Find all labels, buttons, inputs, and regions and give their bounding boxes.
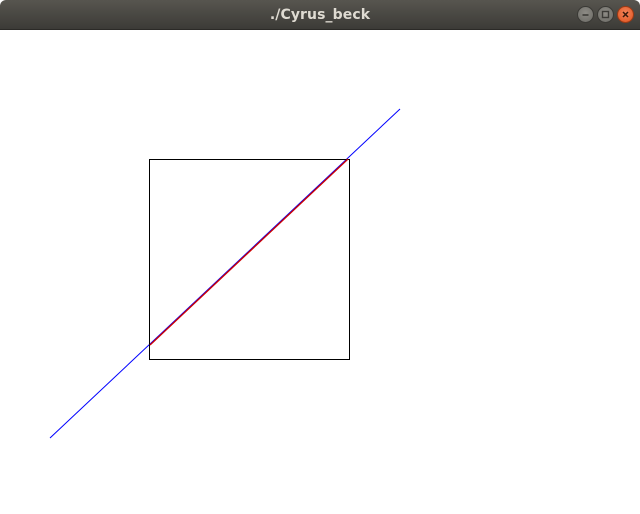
clipped-segment [149,158,349,346]
minimize-icon [582,14,589,16]
maximize-icon [601,10,610,19]
window-title: ./Cyrus_beck [269,7,371,23]
app-window: ./Cyrus_beck [0,0,640,510]
close-button[interactable] [617,6,634,23]
minimize-button[interactable] [577,6,594,23]
full-line [49,108,401,439]
close-icon [622,11,629,18]
clip-window [149,159,350,360]
title-bar[interactable]: ./Cyrus_beck [0,0,640,30]
maximize-button[interactable] [597,6,614,23]
window-controls [577,6,634,24]
drawing-canvas [0,30,640,510]
scene-svg [49,108,401,439]
